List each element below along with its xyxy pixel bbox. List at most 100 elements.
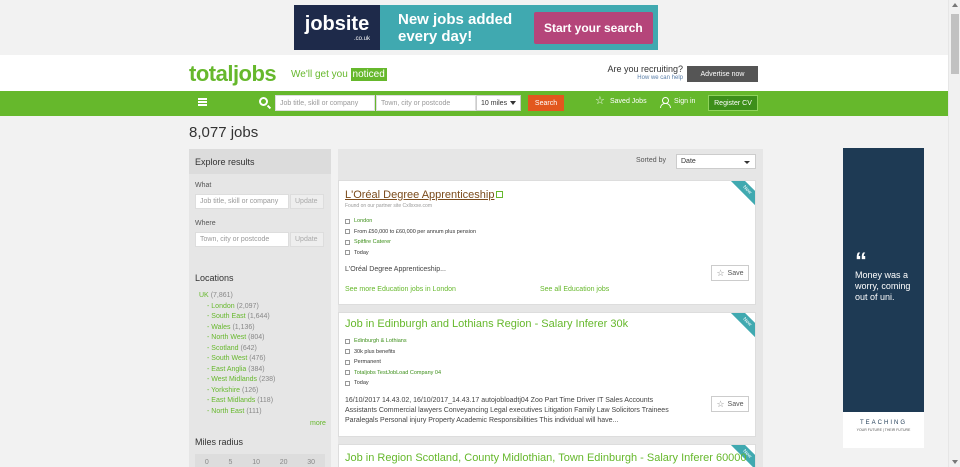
miles-tick: 30: [307, 458, 316, 466]
job-type: Permanent: [345, 357, 441, 368]
chevron-down-icon: [510, 101, 516, 105]
star-icon: ☆: [716, 267, 725, 278]
results-count: 8,077 jobs: [189, 124, 258, 141]
radius-select[interactable]: 10 miles: [476, 95, 521, 111]
results-count-number: 8,077: [189, 124, 227, 141]
quote-icon: “: [855, 248, 867, 275]
location-item[interactable]: - South East (1,644): [199, 312, 275, 323]
page-scrollbar[interactable]: [948, 0, 960, 467]
advertise-now-button[interactable]: Advertise now: [687, 66, 758, 82]
location-item[interactable]: - Yorkshire (126): [199, 386, 275, 397]
save-job-button[interactable]: ☆ Save: [711, 265, 749, 281]
building-icon: [345, 370, 350, 376]
job-description: 16/10/2017 14.43.02, 16/10/2017_14.43.17…: [345, 397, 669, 424]
new-badge: New: [729, 313, 755, 340]
sort-select[interactable]: Date: [676, 154, 756, 169]
scrollbar-thumb[interactable]: [951, 14, 959, 74]
star-icon: ☆: [595, 95, 605, 107]
start-search-button[interactable]: Start your search: [534, 11, 653, 44]
register-cv-button[interactable]: Register CV: [708, 95, 758, 111]
see-more-education-london-link[interactable]: See more Education jobs in London: [345, 286, 456, 293]
ad-footer: TEACHING YOUR FUTURE | THEIR FUTURE: [843, 412, 924, 448]
job-card[interactable]: New L'Oréal Degree Apprenticeship Found …: [338, 180, 756, 305]
location-item[interactable]: - West Midlands (238): [199, 375, 275, 386]
sorted-by-label: Sorted by: [636, 157, 666, 164]
where-update-button[interactable]: Update: [290, 232, 324, 247]
location-pin-icon: [345, 338, 350, 344]
location-item[interactable]: - North East (111): [199, 407, 275, 418]
job-company: Spitfire Caterer: [345, 237, 476, 248]
job-title-link[interactable]: Job in Region Scotland, County Midlothia…: [345, 452, 747, 464]
recruiting-text: Are you recruiting?: [607, 64, 683, 74]
calendar-icon: [345, 380, 350, 386]
location-item[interactable]: - London (2,097): [199, 302, 275, 313]
banner-tagline: New jobs added every day!: [398, 10, 513, 45]
job-company: Totaljobs TestJobLoad Company 04: [345, 368, 441, 379]
miles-tick: 5: [228, 458, 233, 466]
job-title-link[interactable]: L'Oréal Degree Apprenticeship: [345, 189, 504, 201]
job-meta: Edinburgh & Lothians 30k plus benefits P…: [345, 336, 441, 389]
location-item[interactable]: - Scotland (642): [199, 344, 275, 355]
sign-in-link[interactable]: Sign in: [674, 98, 695, 105]
ad-text: Money was a worry, coming out of uni.: [855, 270, 911, 302]
location-item[interactable]: - South West (476): [199, 354, 275, 365]
location-item[interactable]: UK (7,861): [199, 291, 275, 302]
explore-results-heading: Explore results: [189, 149, 331, 174]
locations-list: UK (7,861) - London (2,097) - South East…: [199, 291, 275, 417]
miles-tick: 20: [279, 458, 288, 466]
top-ad-band: jobsite .co.uk New jobs added every day!…: [0, 0, 960, 55]
building-icon: [345, 239, 350, 245]
more-locations-link[interactable]: more: [310, 420, 326, 427]
location-item[interactable]: - East Midlands (118): [199, 396, 275, 407]
what-update-button[interactable]: Update: [290, 194, 324, 209]
job-posted: Today: [345, 378, 441, 389]
where-label: Where: [195, 220, 216, 227]
miles-tick: 10: [252, 458, 260, 466]
brand-tagline: We'll get you noticed: [291, 68, 387, 81]
job-salary: 30k plus benefits: [345, 347, 441, 358]
location-item[interactable]: - East Anglia (384): [199, 365, 275, 376]
radius-value: 10 miles: [481, 99, 508, 107]
person-icon: [660, 97, 671, 108]
results-count-label: jobs: [230, 124, 259, 141]
teaching-side-ad[interactable]: “ Money was a worry, coming out of uni. …: [843, 148, 924, 448]
recruiting-prompt: Are you recruiting? How we can help: [603, 64, 683, 81]
star-icon: ☆: [716, 398, 725, 409]
scroll-down-arrow-icon[interactable]: [952, 460, 958, 464]
job-card[interactable]: New Job in Region Scotland, County Midlo…: [338, 444, 756, 467]
sort-value: Date: [681, 158, 696, 165]
save-job-button[interactable]: ☆ Save: [711, 396, 749, 412]
search-button[interactable]: Search: [528, 95, 564, 111]
brand-tagline-highlight: noticed: [350, 68, 387, 81]
jobsite-ad-banner[interactable]: jobsite .co.uk New jobs added every day!…: [294, 5, 658, 50]
location-item[interactable]: - North West (804): [199, 333, 275, 344]
site-header: totaljobs We'll get you noticed Are you …: [0, 55, 948, 91]
scroll-up-arrow-icon[interactable]: [952, 3, 958, 7]
location-search-input[interactable]: Town, city or postcode: [376, 95, 476, 111]
pound-icon: [345, 349, 350, 355]
keyword-search-input[interactable]: Job title, skill or company: [275, 95, 375, 111]
chevron-down-icon: [744, 161, 750, 164]
job-card[interactable]: New Job in Edinburgh and Lothians Region…: [338, 312, 756, 437]
hamburger-icon[interactable]: [198, 98, 207, 106]
how-we-can-help-link[interactable]: How we can help: [603, 75, 683, 81]
where-input[interactable]: Town, city or postcode: [195, 232, 289, 247]
ad-footer-title: TEACHING: [859, 420, 907, 426]
what-input[interactable]: Job title, skill or company: [195, 194, 289, 209]
pound-icon: [345, 229, 350, 235]
see-all-education-link[interactable]: See all Education jobs: [540, 286, 609, 293]
location-pin-icon: [345, 218, 350, 224]
clock-icon: [345, 359, 350, 365]
job-title-link[interactable]: Job in Edinburgh and Lothians Region - S…: [345, 318, 628, 330]
miles-radius-slider[interactable]: 0 5 10 20 30: [195, 454, 325, 467]
nav-bar: Job title, skill or company Town, city o…: [0, 91, 948, 116]
filter-sidebar: Explore results What Job title, skill or…: [189, 149, 331, 467]
jobsite-logo-sub: .co.uk: [353, 35, 370, 42]
job-posted: Today: [345, 248, 476, 259]
search-icon: [259, 97, 268, 106]
job-meta: London From £50,000 to £60,000 per annum…: [345, 216, 476, 258]
totaljobs-logo[interactable]: totaljobs: [189, 61, 277, 87]
miles-tick: 0: [204, 458, 209, 466]
saved-jobs-link[interactable]: Saved Jobs: [610, 98, 647, 105]
location-item[interactable]: - Wales (1,136): [199, 323, 275, 334]
